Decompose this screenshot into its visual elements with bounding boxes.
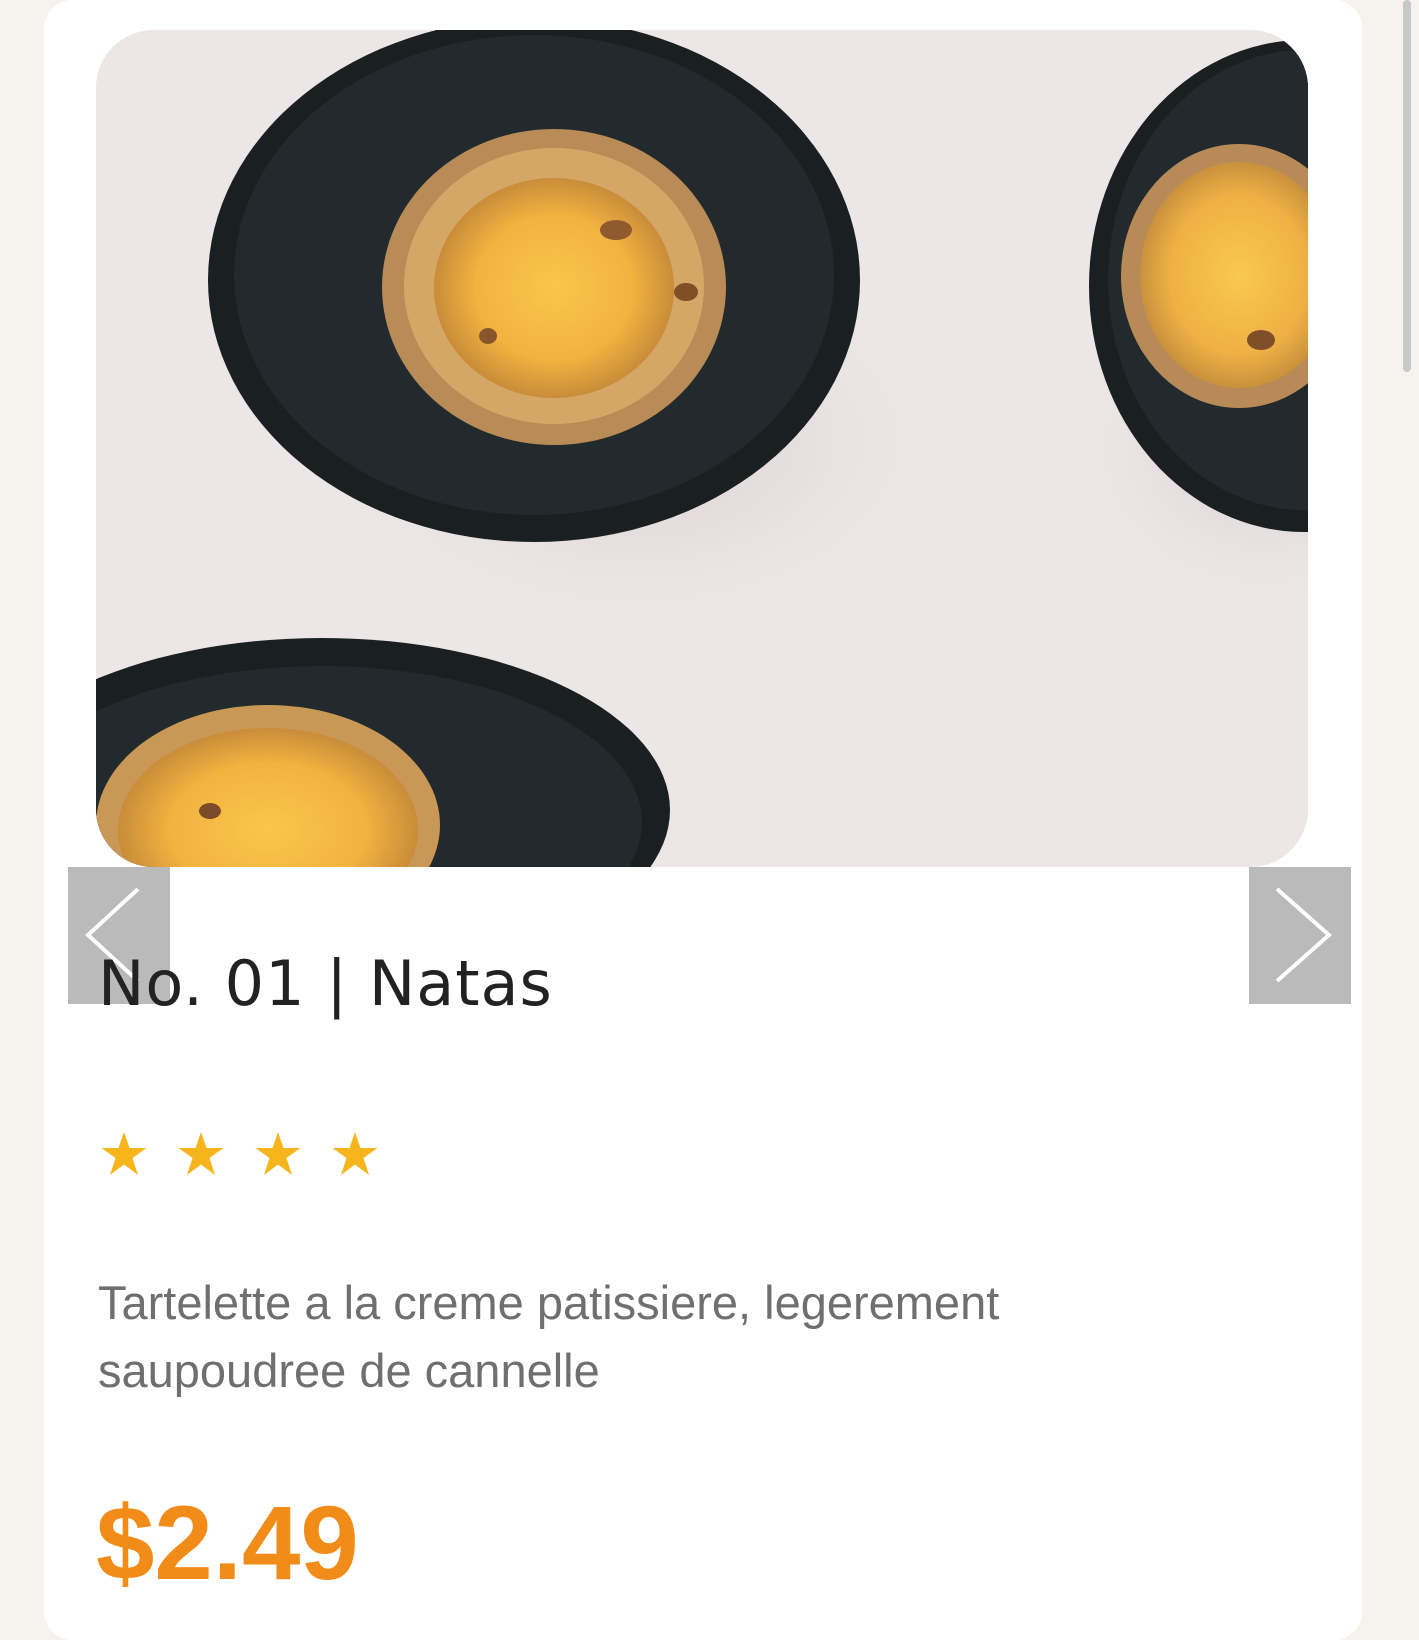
scrollbar[interactable] bbox=[1403, 0, 1411, 372]
product-price: $2.49 bbox=[96, 1485, 359, 1602]
star-icon bbox=[332, 1132, 378, 1175]
star-icon bbox=[255, 1132, 301, 1175]
rating-stars bbox=[99, 1130, 380, 1180]
star-icon bbox=[178, 1132, 224, 1175]
product-description: Tartelette a la creme patissiere, legere… bbox=[98, 1276, 1000, 1397]
star-icon bbox=[101, 1132, 147, 1175]
product-image bbox=[96, 30, 1308, 867]
product-title: No. 01 | Natas bbox=[98, 947, 553, 1020]
next-image-button[interactable] bbox=[1249, 867, 1351, 1004]
